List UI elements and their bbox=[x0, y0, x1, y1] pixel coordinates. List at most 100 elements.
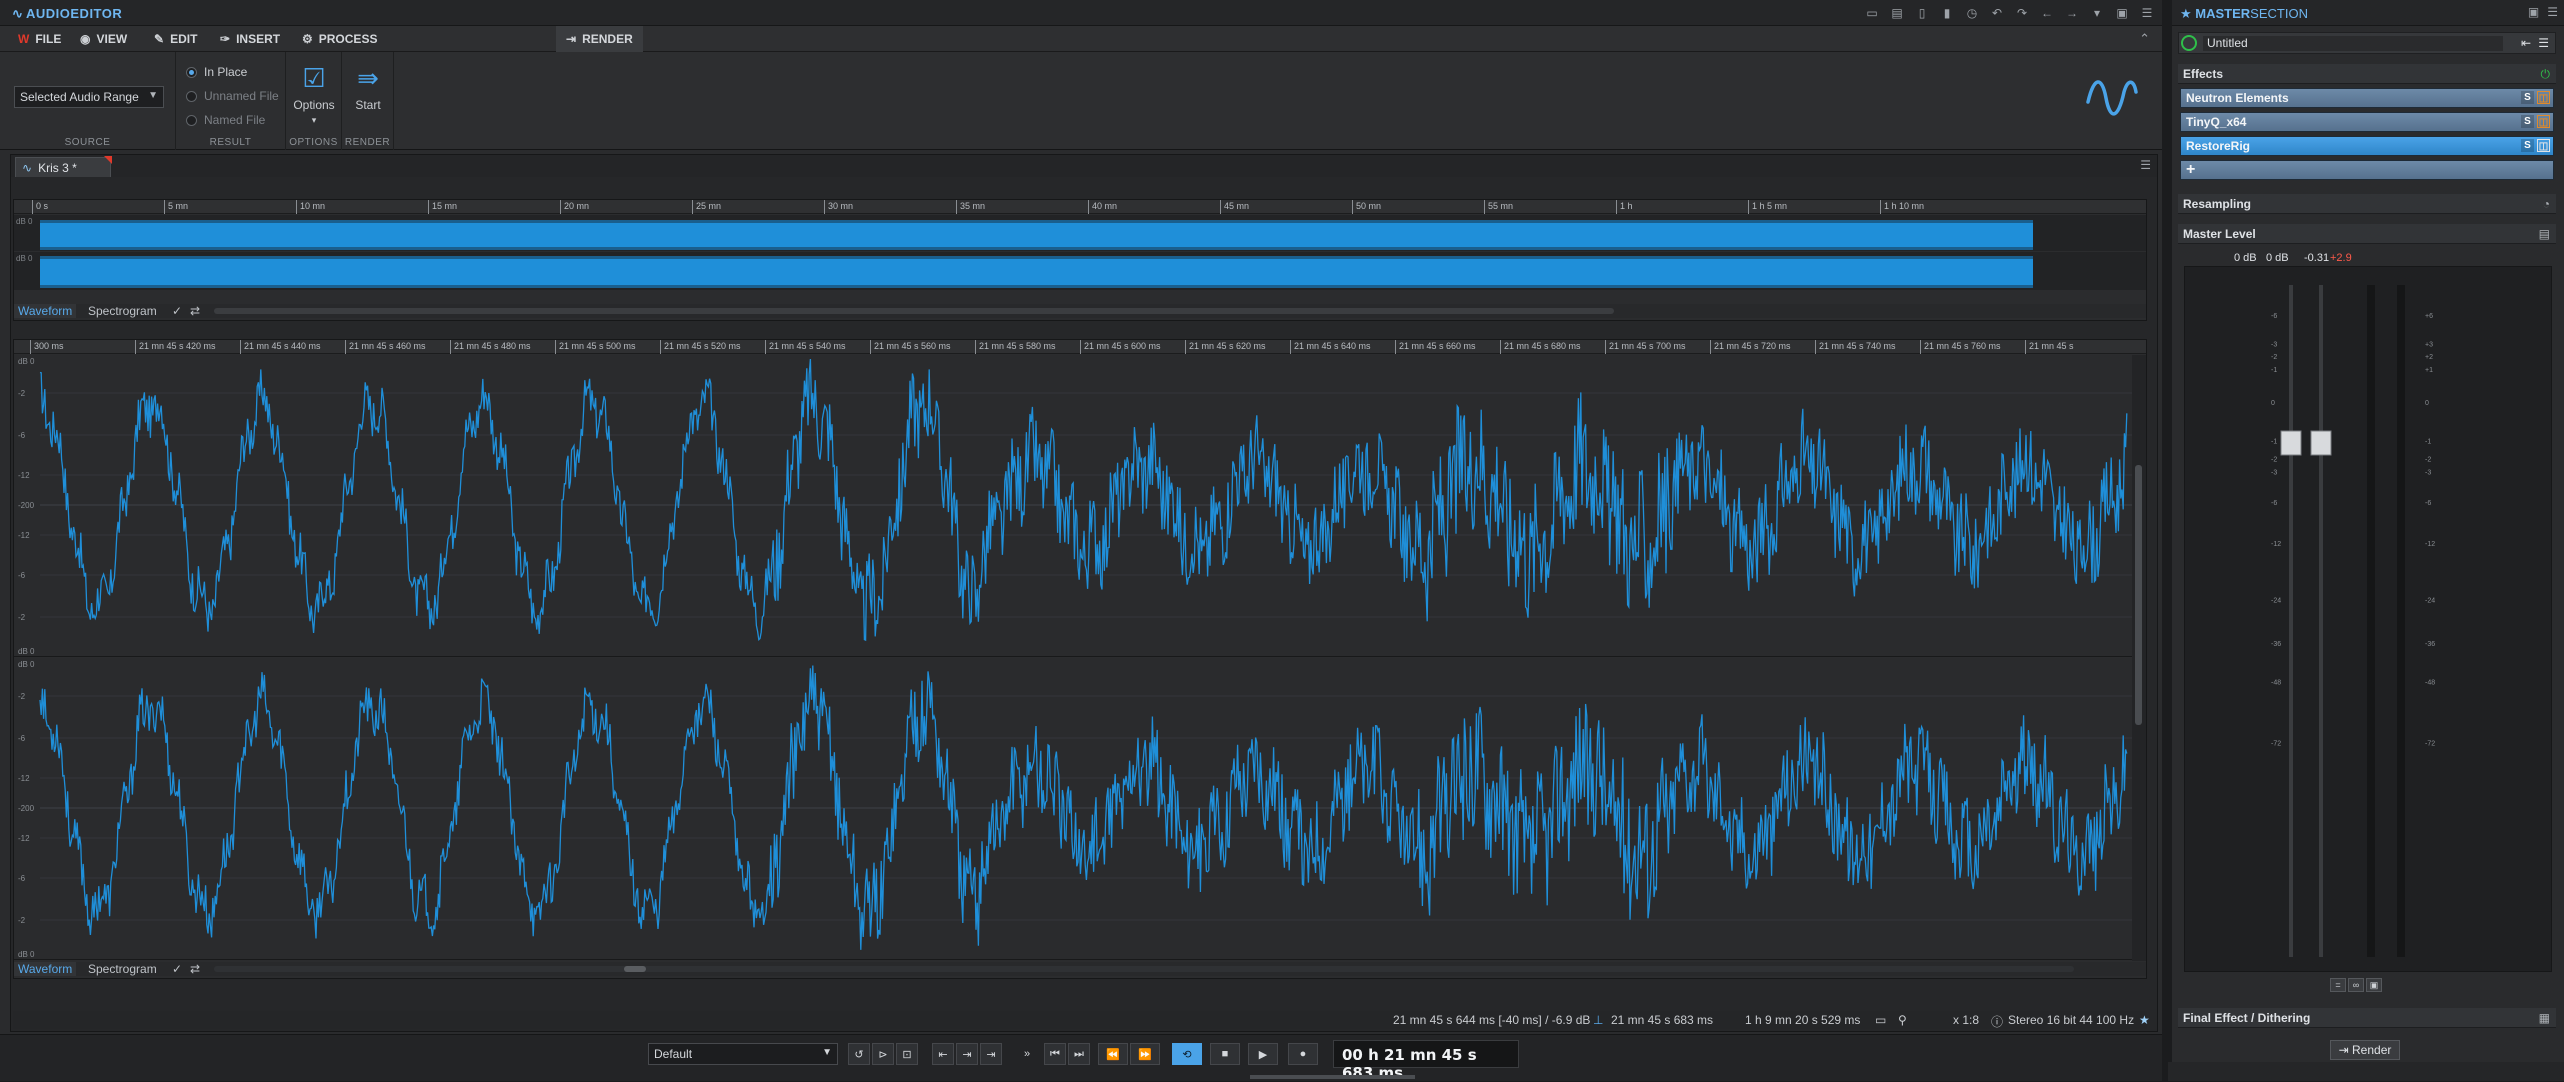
go-start-button[interactable]: ⏮ bbox=[1044, 1043, 1066, 1065]
panel-menu-icon[interactable]: ☰ bbox=[2138, 4, 2156, 21]
play-button[interactable]: ▶ bbox=[1248, 1043, 1278, 1065]
master-preset-name[interactable]: Untitled bbox=[2203, 36, 2503, 51]
master-render-button[interactable]: ⇥ Render bbox=[2330, 1040, 2400, 1060]
go-end-selection-button[interactable]: ⇥ bbox=[980, 1043, 1002, 1065]
meter-link-icon[interactable]: ∞ bbox=[2348, 978, 2364, 992]
panel-menu-icon[interactable]: ☰ bbox=[2547, 5, 2558, 19]
main-waveform-tab[interactable]: Waveform bbox=[14, 962, 77, 976]
transport-timecode[interactable]: 00 h 21 mn 45 s 683 ms bbox=[1333, 1040, 1519, 1082]
radio-in-place[interactable]: In Place bbox=[186, 65, 247, 79]
forward-arrow-icon[interactable]: → bbox=[2063, 4, 2081, 21]
final-effect-header[interactable]: Final Effect / Dithering ▦ bbox=[2178, 1008, 2556, 1028]
main-scroll-thumb[interactable] bbox=[624, 966, 646, 972]
master-level-header[interactable]: Master Level ▤ bbox=[2178, 224, 2556, 244]
resampling-header[interactable]: Resampling ◔ bbox=[2178, 194, 2556, 214]
play-range-button[interactable]: ⊡ bbox=[896, 1043, 918, 1065]
go-start-selection-button[interactable]: ⇤ bbox=[932, 1043, 954, 1065]
main-settings-icon[interactable]: ✓ bbox=[168, 962, 186, 976]
solo-icon[interactable]: S bbox=[2521, 139, 2534, 152]
preset-load-icon[interactable]: ⇤ bbox=[2521, 36, 2531, 50]
tab-process[interactable]: ⚙ PROCESS bbox=[302, 26, 377, 52]
overview-pane[interactable]: 0 s 5 mn 10 mn 15 mn 20 mn 25 mn 30 mn 35 mn 40 … bbox=[13, 199, 2147, 321]
add-plugin-button[interactable]: + bbox=[2180, 160, 2554, 180]
tab-view[interactable]: ◉ VIEW bbox=[80, 26, 127, 52]
tab-render[interactable]: ⇥ RENDER bbox=[556, 26, 643, 52]
cursor-lock-icon[interactable]: ⊥ bbox=[1593, 1013, 1603, 1027]
solo-icon[interactable]: S bbox=[2521, 91, 2534, 104]
loop-button[interactable]: ⟲ bbox=[1172, 1043, 1202, 1065]
vertical-scroll-thumb[interactable] bbox=[2135, 465, 2142, 725]
source-select[interactable]: Selected Audio Range ▼ bbox=[14, 86, 164, 108]
comment-icon[interactable]: ▭ bbox=[1875, 1013, 1886, 1027]
effects-power-icon[interactable]: ⏻ bbox=[2541, 67, 2551, 82]
fast-forward-button[interactable]: ⏩ bbox=[1130, 1043, 1160, 1065]
tab-edit[interactable]: ✎ EDIT bbox=[154, 26, 197, 52]
play-selection-button[interactable]: ⊳ bbox=[872, 1043, 894, 1065]
tool-icon[interactable]: ⚲ bbox=[1898, 1013, 1907, 1027]
start-render-button[interactable]: ⇛ Start bbox=[343, 58, 393, 112]
position-readout[interactable]: 21 mn 45 s 683 ms bbox=[1611, 1013, 1713, 1027]
star-icon[interactable]: ★ bbox=[2139, 1013, 2150, 1027]
back-arrow-icon[interactable]: ← bbox=[2038, 4, 2056, 21]
record-button[interactable]: ● bbox=[1288, 1043, 1318, 1065]
main-track-left[interactable]: dB 0 -2 -6 -12 -200 -12 -6 -2 dB 0 bbox=[14, 355, 2132, 657]
menu-dropdown-icon[interactable]: ▾ bbox=[2088, 4, 2106, 21]
document-menu-icon[interactable]: ☰ bbox=[2140, 158, 2151, 172]
radio-named-file[interactable]: Named File bbox=[186, 113, 265, 127]
plugin-slot-3[interactable]: RestoreRig S ◫ bbox=[2180, 136, 2554, 156]
fader-handle[interactable] bbox=[2310, 430, 2332, 456]
overview-spectrogram-tab[interactable]: Spectrogram bbox=[84, 304, 161, 318]
main-tool-icon[interactable]: ⇄ bbox=[186, 962, 204, 976]
save-as-icon[interactable]: ▮ bbox=[1938, 4, 1956, 21]
overview-settings-icon[interactable]: ✓ bbox=[168, 304, 186, 318]
radio-unnamed-file[interactable]: Unnamed File bbox=[186, 89, 279, 103]
rewind-button[interactable]: ⏪ bbox=[1098, 1043, 1128, 1065]
main-waveform-pane[interactable]: 300 ms 21 mn 45 s 420 ms 21 mn 45 s 440 ms… bbox=[13, 339, 2147, 979]
tab-file[interactable]: W FILE bbox=[18, 26, 61, 52]
resampling-icon[interactable]: ◔ bbox=[2543, 197, 2550, 211]
main-scrollbar[interactable] bbox=[214, 966, 2074, 972]
transport-preset-select[interactable]: Default ▼ bbox=[648, 1043, 838, 1065]
overview-tool-icon[interactable]: ⇄ bbox=[186, 304, 204, 318]
plugin-slot-1[interactable]: Neutron Elements S ◫ bbox=[2180, 88, 2554, 108]
master-power-icon[interactable] bbox=[2181, 35, 2197, 51]
effects-header[interactable]: Effects ⏻ bbox=[2178, 64, 2556, 84]
overview-ruler[interactable]: 0 s 5 mn 10 mn 15 mn 20 mn 25 mn 30 mn 35 mn 40 … bbox=[14, 200, 2146, 214]
options-button[interactable]: ☑ Options ▾ bbox=[289, 58, 339, 126]
open-folder-icon[interactable]: ▤ bbox=[1888, 4, 1906, 21]
main-ruler[interactable]: 300 ms 21 mn 45 s 420 ms 21 mn 45 s 440 ms… bbox=[14, 340, 2146, 354]
redo-icon[interactable]: ↷ bbox=[2013, 4, 2031, 21]
save-icon[interactable]: ▯ bbox=[1913, 4, 1931, 21]
go-end-button[interactable]: ⏭ bbox=[1068, 1043, 1090, 1065]
meter-mono-icon[interactable]: = bbox=[2330, 978, 2346, 992]
format-readout[interactable]: Stereo 16 bit 44 100 Hz bbox=[2008, 1013, 2134, 1027]
info-icon[interactable]: ⓘ bbox=[1991, 1013, 2003, 1030]
overview-scrollbar[interactable] bbox=[214, 308, 1614, 314]
fader-handle[interactable] bbox=[2280, 430, 2302, 456]
overview-track-left[interactable]: dB 0 bbox=[14, 215, 2146, 251]
solo-icon[interactable]: S bbox=[2521, 115, 2534, 128]
history-icon[interactable]: ◷ bbox=[1963, 4, 1981, 21]
bypass-icon[interactable]: ◫ bbox=[2537, 91, 2550, 104]
overview-track-right[interactable]: dB 0 bbox=[14, 252, 2146, 290]
go-marker-button[interactable]: ⇥ bbox=[956, 1043, 978, 1065]
final-effect-menu-icon[interactable]: ▦ bbox=[2539, 1011, 2550, 1025]
undo-icon[interactable]: ↶ bbox=[1988, 4, 2006, 21]
vertical-scrollbar[interactable] bbox=[2132, 355, 2146, 961]
zoom-readout[interactable]: x 1:8 bbox=[1953, 1013, 1979, 1027]
main-track-right[interactable]: dB 0 -2 -6 -12 -200 -12 -6 -2 dB 0 bbox=[14, 658, 2132, 960]
loop-mode-button[interactable]: ↺ bbox=[848, 1043, 870, 1065]
bypass-icon[interactable]: ◫ bbox=[2537, 115, 2550, 128]
more-transport-icon[interactable]: » bbox=[1016, 1043, 1038, 1065]
new-file-icon[interactable]: ▭ bbox=[1863, 4, 1881, 21]
plugin-slot-2[interactable]: TinyQ_x64 S ◫ bbox=[2180, 112, 2554, 132]
bypass-icon[interactable]: ◫ bbox=[2537, 139, 2550, 152]
stop-button[interactable]: ■ bbox=[1210, 1043, 1240, 1065]
left-gain-value[interactable]: 0 dB bbox=[2234, 252, 2257, 264]
main-spectrogram-tab[interactable]: Spectrogram bbox=[84, 962, 161, 976]
tab-insert[interactable]: ✑ INSERT bbox=[220, 26, 280, 52]
collapse-ribbon-icon[interactable]: ⌃ bbox=[2139, 31, 2150, 47]
document-tab[interactable]: ∿ Kris 3 * bbox=[15, 156, 112, 177]
window-layout-icon[interactable]: ▣ bbox=[2528, 5, 2539, 19]
right-gain-value[interactable]: 0 dB bbox=[2266, 252, 2289, 264]
